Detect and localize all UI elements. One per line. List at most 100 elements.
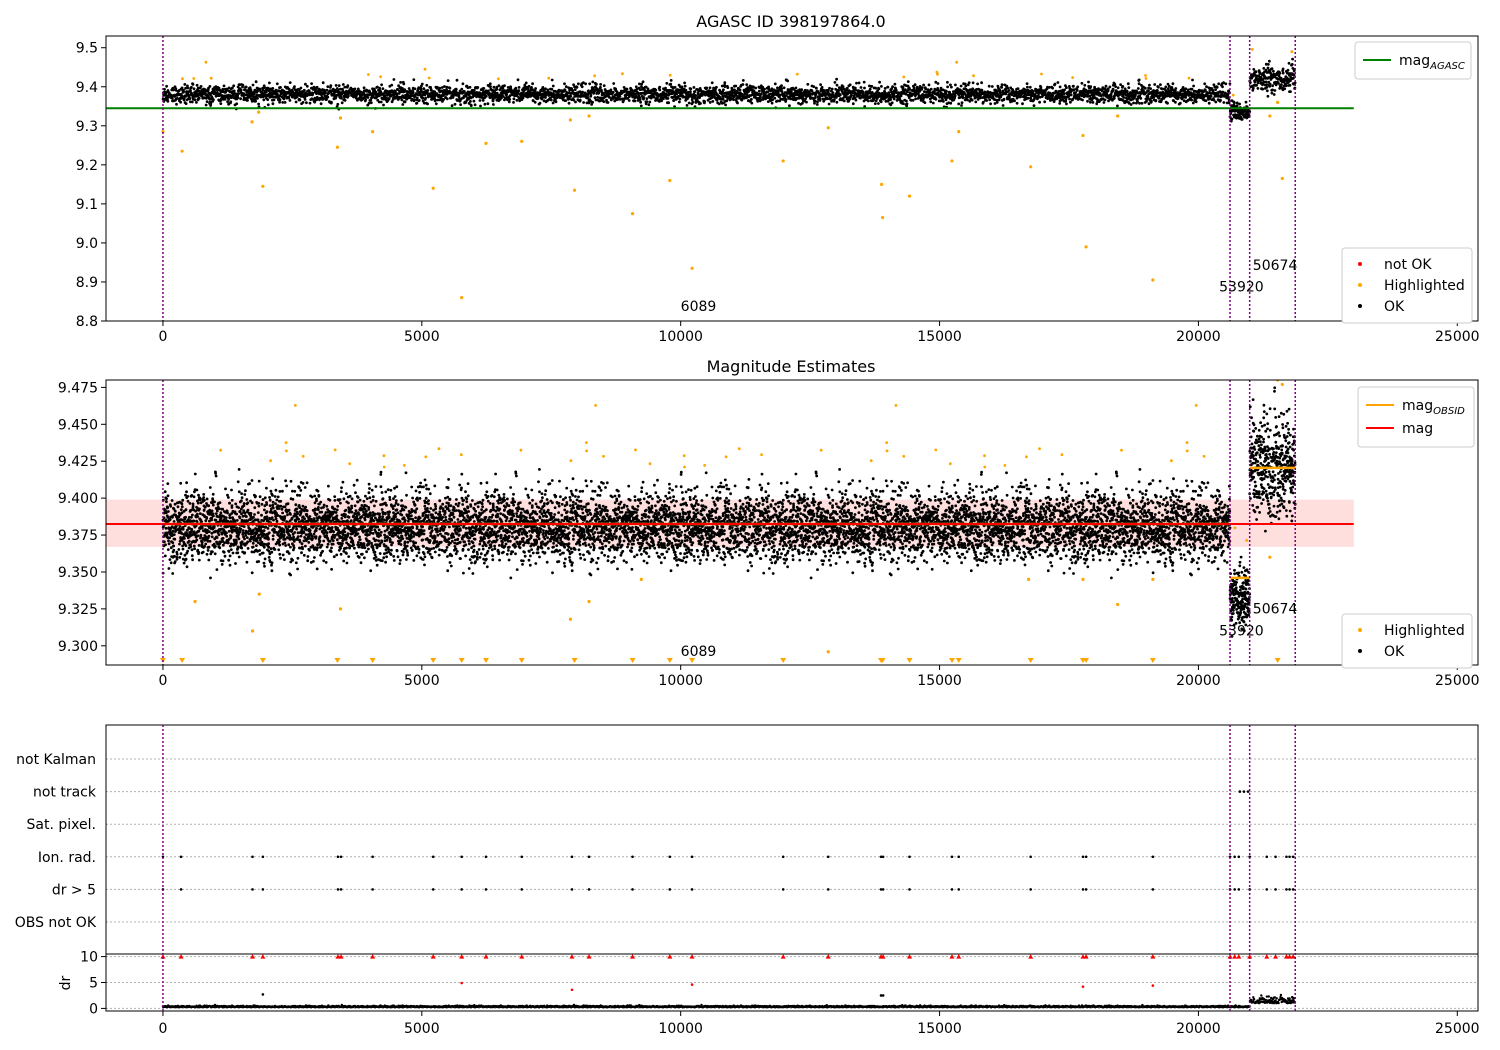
highlighted-point [879,182,884,186]
ok-point [711,100,715,103]
plot-area [106,48,1354,300]
ok-point [862,80,866,84]
ok-point [183,83,187,86]
ok-point [1221,85,1224,89]
highlighted-point [881,215,885,220]
ok-point [625,87,629,91]
ok-point [229,100,233,104]
ok-point [934,97,938,101]
ok-point [1215,85,1219,89]
ok-point [831,91,835,94]
ok-point [997,98,1001,102]
obsid-annotation: 50674 [1253,258,1298,274]
ok-point [531,82,534,86]
ok-point [776,86,779,90]
ok-point [508,98,512,101]
highlighted-point [826,126,830,130]
ok-point [1152,95,1156,99]
ok-point [1002,97,1006,101]
ok-point [658,88,662,92]
ok-point [1153,83,1157,86]
ok-point [235,102,239,106]
ok-point [815,103,819,106]
ok-point [445,97,449,101]
ok-point [1265,85,1269,89]
ok-point [343,85,347,89]
ok-point [425,83,429,87]
ok-point [170,499,174,502]
ok-point [760,92,763,96]
ok-point [254,99,257,103]
ok-point [257,102,260,106]
ok-point [362,86,366,90]
ok-point [446,79,450,82]
ok-point [227,97,231,101]
ok-point [990,85,994,88]
ok-point [551,101,555,105]
highlighted-point [250,120,254,124]
obsid-annotation: 6089 [681,299,717,315]
ok-point [209,102,213,105]
ok-point [683,81,686,85]
ok-point [445,85,449,89]
ok-point [842,87,846,91]
ok-point [512,97,516,101]
ok-point [501,86,505,90]
ok-point [1238,102,1241,106]
ok-point [172,544,176,548]
ok-point [198,512,202,515]
ok-point [453,102,457,106]
ok-point [340,101,344,105]
highlighted-point [1040,72,1043,76]
ok-point [1087,80,1090,84]
ok-point [1288,83,1292,87]
ok-point [689,87,693,91]
ok-point [980,88,984,92]
ok-point [691,100,695,104]
ok-point [186,549,190,553]
ok-point [190,85,193,89]
ok-point [191,83,195,86]
ok-point [573,88,577,91]
ok-point [827,102,831,106]
ok-point [981,100,985,104]
ok-point [708,101,712,104]
ok-point [633,99,637,103]
highlighted-point [335,145,340,149]
highlighted-point [630,212,635,216]
ok-point [232,89,236,93]
highlighted-point [781,159,785,163]
ok-point [469,100,472,103]
ok-point [1170,86,1174,89]
ok-point [193,472,197,476]
ok-point [1146,95,1150,99]
ok-point [205,100,209,103]
ok-point [298,98,302,102]
ok-point [473,103,477,107]
ok-point [435,85,439,89]
ok-point [469,104,473,107]
ok-point [272,98,276,102]
ok-point [415,101,419,105]
ok-point [1271,88,1274,92]
ok-point [1054,89,1058,93]
ok-point [832,98,836,102]
ok-point [788,104,791,108]
ok-point [254,80,258,84]
ok-point [854,98,858,102]
ok-point [190,527,194,531]
ok-point [266,98,270,101]
ok-point [723,85,727,88]
ok-point [311,91,315,95]
ok-point [188,97,192,100]
ok-point [1058,102,1062,105]
highlighted-point [668,73,672,77]
ok-point [1251,86,1255,90]
ok-point [901,85,905,89]
ok-point [1174,87,1178,90]
ok-point [192,544,196,548]
ok-point [980,81,983,85]
ok-point [1080,81,1084,85]
x-tick-label: 10000 [658,329,703,345]
legend-line-subscript: AGASC [1429,61,1465,72]
